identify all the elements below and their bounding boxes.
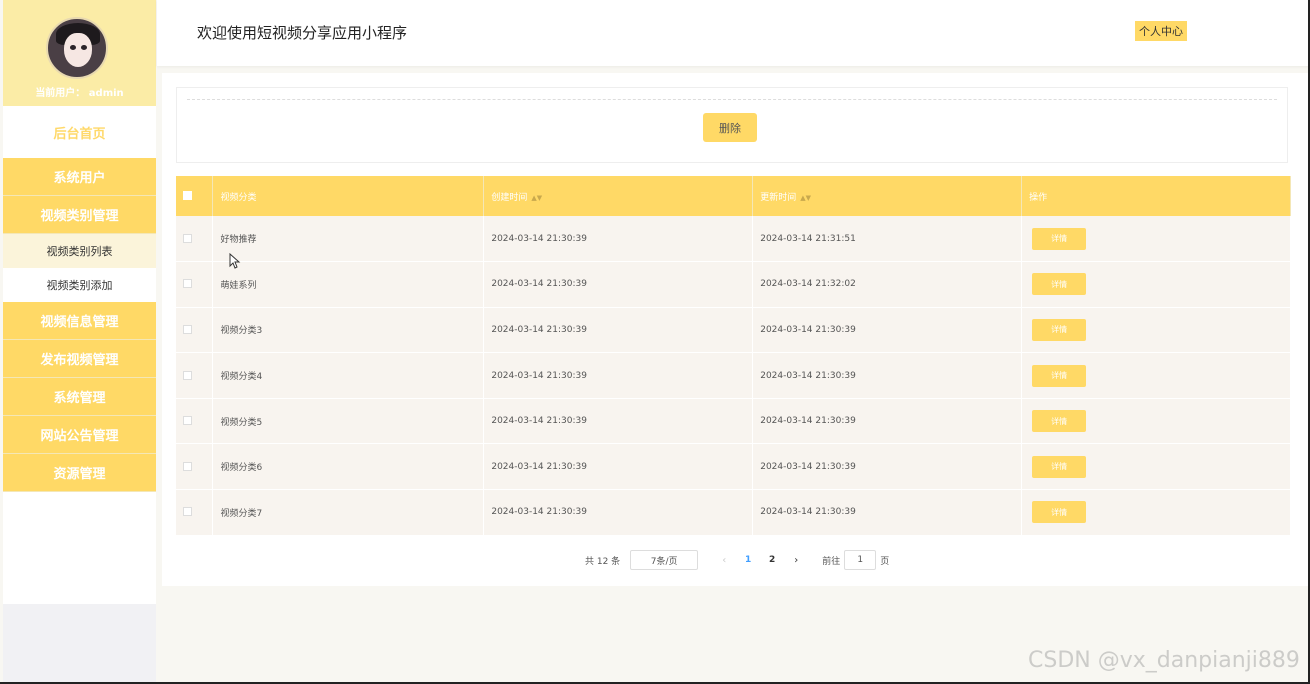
- personal-center-button[interactable]: 个人中心: [1135, 21, 1187, 41]
- table-row: 视频分类5 2024-03-14 21:30:39 2024-03-14 21:…: [176, 398, 1291, 444]
- watermark: CSDN @vx_danpianji889: [1028, 648, 1300, 673]
- cell-category: 视频分类5: [212, 398, 485, 444]
- detail-button[interactable]: 详情: [1032, 364, 1087, 387]
- column-header-actions: 操作: [1021, 176, 1291, 216]
- row-checkbox[interactable]: [183, 324, 192, 334]
- column-header-created[interactable]: 创建时间 ▲▼: [483, 176, 754, 216]
- cell-category: 萌娃系列: [212, 261, 485, 308]
- sidebar-subitem-category-list[interactable]: 视频类别列表: [3, 234, 156, 268]
- cell-created: 2024-03-14 21:30:39: [483, 261, 754, 308]
- pagination-total: 共 12 条: [585, 556, 621, 567]
- cell-updated: 2024-03-14 21:30:39: [752, 307, 1023, 353]
- page-title: 欢迎使用短视频分享应用小程序: [197, 24, 408, 42]
- cell-updated: 2024-03-14 21:30:39: [752, 443, 1023, 490]
- sort-icon[interactable]: ▲▼: [531, 194, 542, 202]
- cell-created: 2024-03-14 21:30:39: [483, 307, 754, 353]
- detail-button[interactable]: 详情: [1032, 273, 1087, 296]
- mouse-cursor-icon: [229, 253, 241, 269]
- column-header-category: 视频分类: [212, 176, 485, 216]
- row-checkbox[interactable]: [183, 233, 192, 243]
- delete-button[interactable]: 删除: [703, 113, 757, 142]
- goto-page-input[interactable]: 1: [844, 550, 877, 570]
- pagination: 共 12 条 7条/页 ‹ 1 2 › 前往 1 页: [585, 550, 889, 570]
- table-row: 视频分类3 2024-03-14 21:30:39 2024-03-14 21:…: [176, 307, 1291, 353]
- table-header-row: 视频分类 创建时间 ▲▼ 更新时间 ▲▼ 操作: [176, 176, 1291, 216]
- column-header-updated[interactable]: 更新时间 ▲▼: [752, 176, 1023, 216]
- cell-updated: 2024-03-14 21:30:39: [752, 398, 1023, 444]
- page-number-2[interactable]: 2: [760, 555, 784, 565]
- sidebar-subitem-category-add[interactable]: 视频类别添加: [3, 268, 156, 302]
- cell-category: 视频分类4: [212, 352, 485, 399]
- table-row: 视频分类4 2024-03-14 21:30:39 2024-03-14 21:…: [176, 352, 1291, 399]
- cell-created: 2024-03-14 21:30:39: [483, 216, 754, 262]
- user-profile: 当前用户： admin: [3, 0, 156, 106]
- sidebar: 当前用户： admin 后台首页 系统用户 视频类别管理 视频类别列表 视频类别…: [3, 0, 156, 684]
- cell-updated: 2024-03-14 21:30:39: [752, 352, 1023, 399]
- page-size-select[interactable]: 7条/页: [630, 550, 699, 570]
- row-checkbox[interactable]: [183, 416, 192, 426]
- divider: [187, 99, 1277, 100]
- sidebar-item-announcements[interactable]: 网站公告管理: [3, 416, 156, 454]
- avatar: [46, 17, 108, 79]
- detail-button[interactable]: 详情: [1032, 227, 1087, 250]
- detail-button[interactable]: 详情: [1032, 455, 1087, 478]
- sidebar-item-resources[interactable]: 资源管理: [3, 454, 156, 492]
- cell-created: 2024-03-14 21:30:39: [483, 489, 754, 536]
- column-header-created-label: 创建时间: [491, 192, 528, 203]
- cell-category: 视频分类6: [212, 443, 485, 490]
- cell-category: 好物推荐: [212, 216, 485, 262]
- sidebar-item-video-info[interactable]: 视频信息管理: [3, 302, 156, 340]
- sidebar-filler: [3, 492, 156, 604]
- category-table: 视频分类 创建时间 ▲▼ 更新时间 ▲▼ 操作 好物推荐 2024-03-14 21…: [176, 176, 1291, 536]
- table-row: 视频分类6 2024-03-14 21:30:39 2024-03-14 21:…: [176, 443, 1291, 490]
- goto-label: 前往: [822, 556, 841, 567]
- select-all-cell: [176, 176, 214, 216]
- top-header: 欢迎使用短视频分享应用小程序 个人中心: [157, 0, 1310, 66]
- main-panel: 删除 视频分类 创建时间 ▲▼ 更新时间 ▲▼ 操作 好物推荐 2024-03-14…: [162, 73, 1308, 586]
- table-row: 萌娃系列 2024-03-14 21:30:39 2024-03-14 21:3…: [176, 261, 1291, 308]
- sidebar-item-system-users[interactable]: 系统用户: [3, 158, 156, 196]
- row-checkbox[interactable]: [183, 370, 192, 380]
- cell-updated: 2024-03-14 21:30:39: [752, 489, 1023, 536]
- row-checkbox[interactable]: [183, 461, 192, 471]
- toolbar: 删除: [176, 87, 1288, 163]
- cell-created: 2024-03-14 21:30:39: [483, 398, 754, 444]
- sidebar-item-system-management[interactable]: 系统管理: [3, 378, 156, 416]
- sort-icon[interactable]: ▲▼: [800, 194, 811, 202]
- column-header-updated-label: 更新时间: [760, 192, 797, 203]
- detail-button[interactable]: 详情: [1032, 410, 1087, 433]
- cell-updated: 2024-03-14 21:31:51: [752, 216, 1023, 262]
- prev-page-icon[interactable]: ‹: [712, 555, 736, 566]
- table-row: 视频分类7 2024-03-14 21:30:39 2024-03-14 21:…: [176, 489, 1291, 536]
- next-page-icon[interactable]: ›: [784, 555, 808, 566]
- detail-button[interactable]: 详情: [1032, 501, 1087, 524]
- row-checkbox[interactable]: [183, 279, 192, 289]
- page-suffix-label: 页: [880, 556, 890, 567]
- sidebar-item-home[interactable]: 后台首页: [3, 106, 156, 158]
- select-all-checkbox[interactable]: [183, 191, 192, 200]
- cell-category: 视频分类3: [212, 307, 485, 353]
- cell-category: 视频分类7: [212, 489, 485, 536]
- table-row: 好物推荐 2024-03-14 21:30:39 2024-03-14 21:3…: [176, 216, 1291, 262]
- current-user-label: 当前用户： admin: [35, 88, 124, 99]
- row-checkbox[interactable]: [183, 507, 192, 517]
- page-number-1[interactable]: 1: [736, 555, 760, 565]
- detail-button[interactable]: 详情: [1032, 318, 1087, 341]
- sidebar-item-video-category[interactable]: 视频类别管理: [3, 196, 156, 234]
- sidebar-item-publish-video[interactable]: 发布视频管理: [3, 340, 156, 378]
- cell-updated: 2024-03-14 21:32:02: [752, 261, 1023, 308]
- cell-created: 2024-03-14 21:30:39: [483, 352, 754, 399]
- cell-created: 2024-03-14 21:30:39: [483, 443, 754, 490]
